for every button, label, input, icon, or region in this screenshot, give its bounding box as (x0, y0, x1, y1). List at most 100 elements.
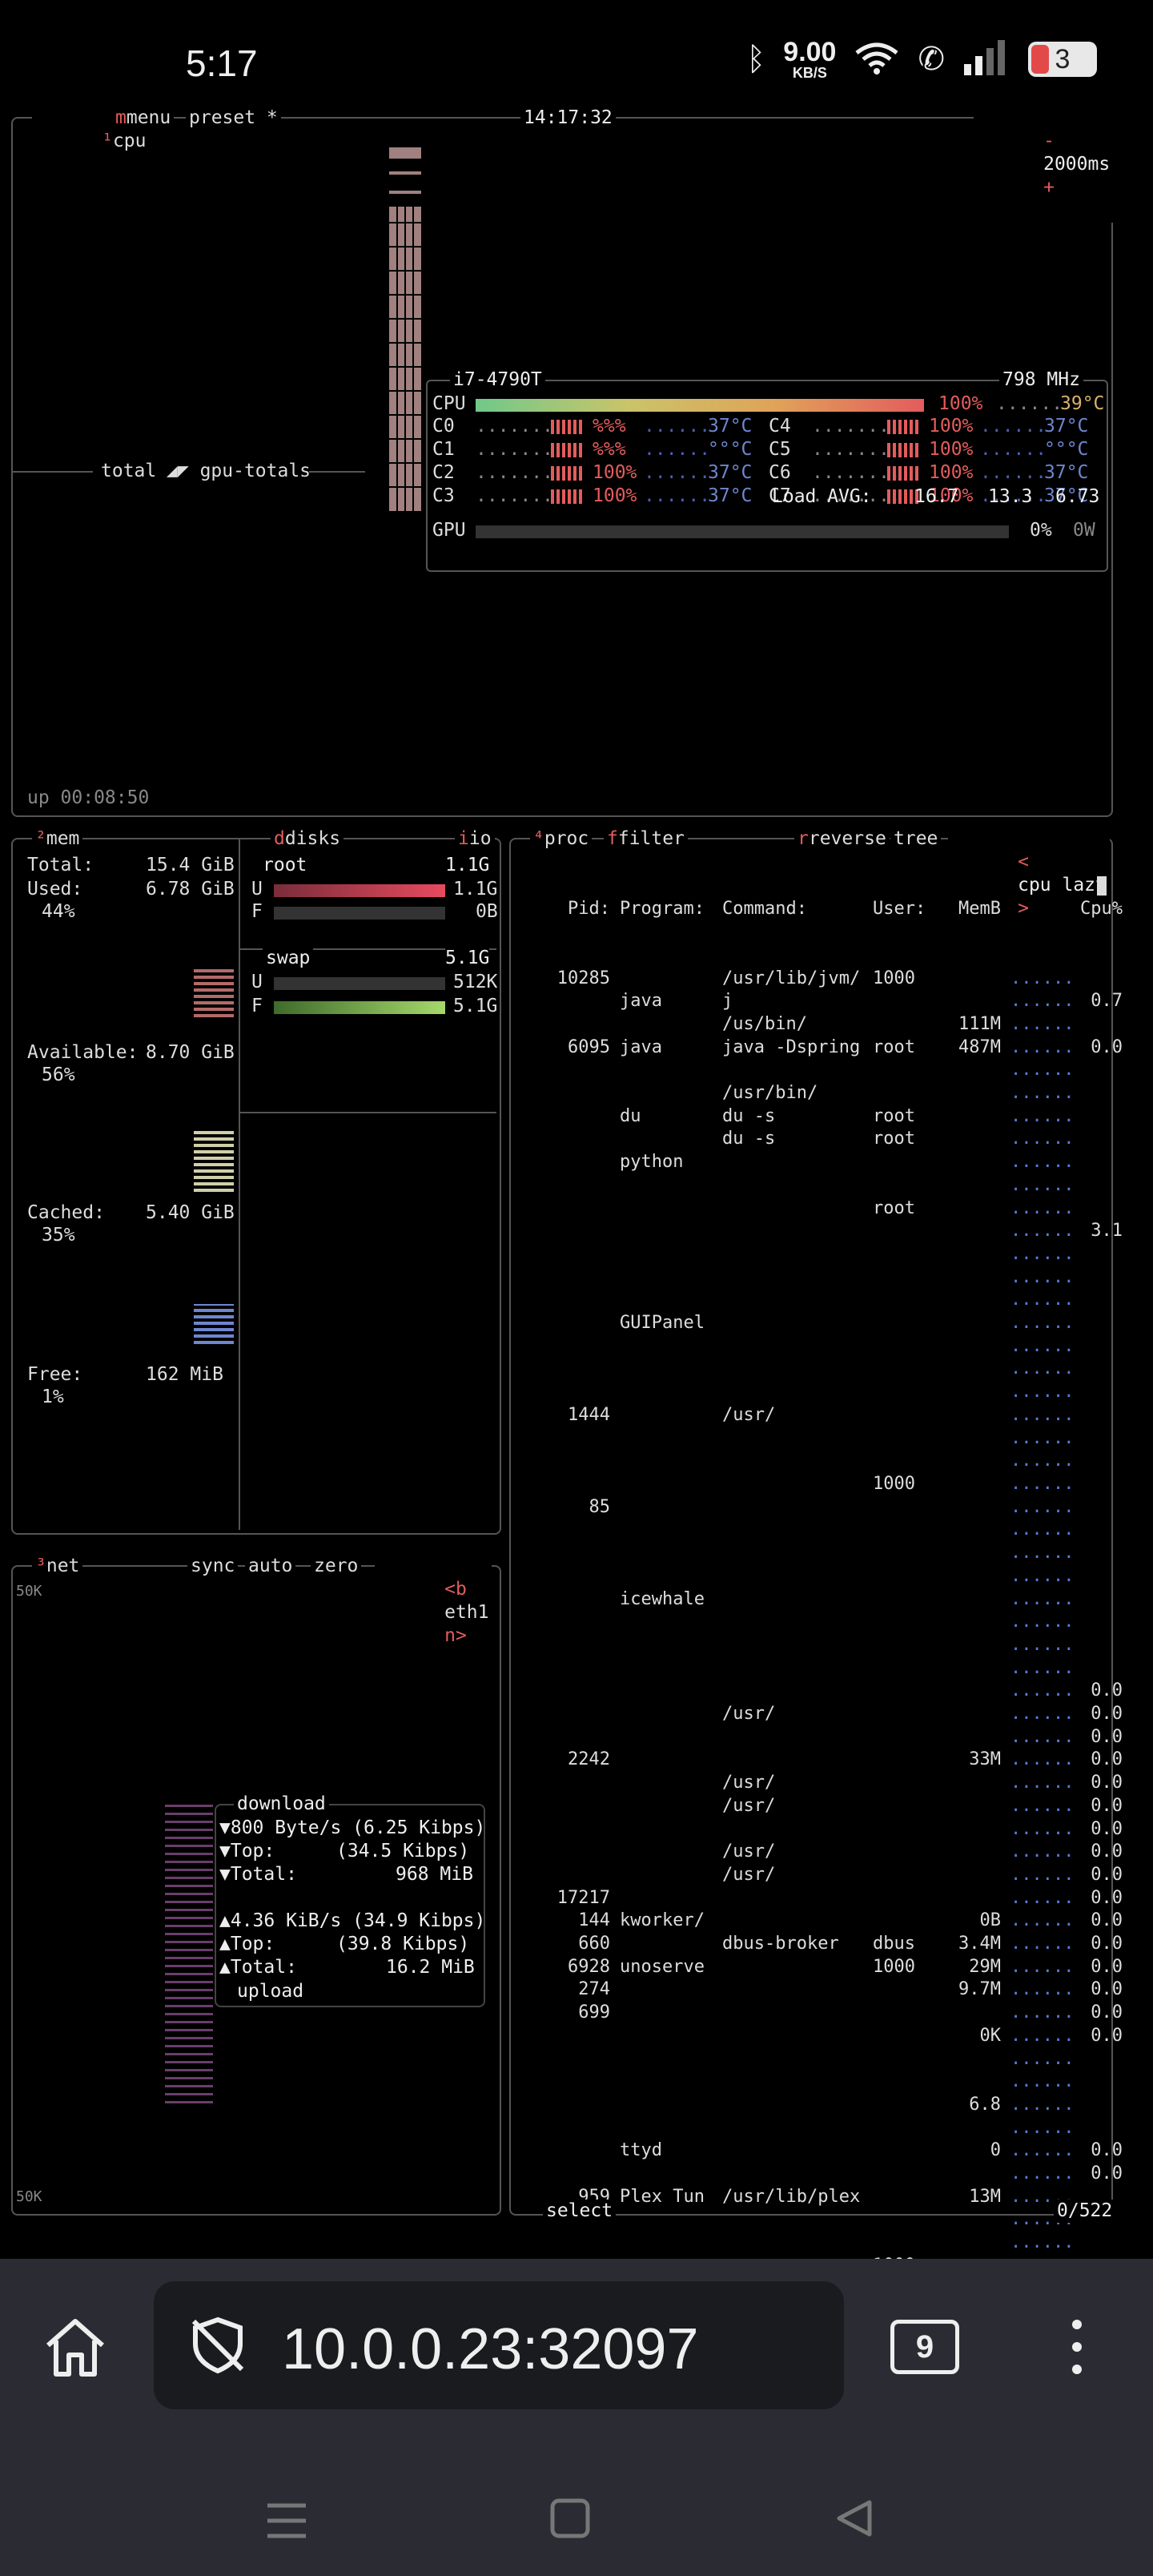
shield-icon[interactable] (186, 2313, 250, 2381)
core-meter (551, 489, 583, 504)
swap-free-bar (274, 1001, 445, 1014)
interval-increase-button[interactable]: + (1043, 177, 1055, 198)
table-row[interactable]: /usr/bin/....... (514, 1082, 1123, 1105)
iface-prev-button[interactable]: <b (444, 1579, 467, 1600)
bluetooth-icon: ᛒ (746, 41, 766, 77)
update-interval: 2000ms (1043, 154, 1111, 175)
cpu-tab[interactable]: cpu (113, 131, 147, 151)
mem-tab[interactable]: mem (46, 828, 80, 849)
table-row[interactable]: ....... (514, 1381, 1123, 1404)
home-nav-icon[interactable] (549, 2498, 591, 2542)
triangle-up-icon: ◢◤ (167, 461, 189, 481)
table-row[interactable]: javaj.......0.7 (514, 990, 1123, 1013)
table-row[interactable]: .......0.0 (514, 1680, 1123, 1703)
table-row[interactable]: /usr/.......0.0 (514, 1772, 1123, 1795)
url-text[interactable]: 10.0.0.23:32097 (282, 2316, 699, 2382)
table-row[interactable]: 699.......0.0 (514, 2002, 1123, 2025)
table-row[interactable]: ....... (514, 1427, 1123, 1451)
table-row[interactable]: 144kworker/0B.......0.0 (514, 1910, 1123, 1933)
auto-toggle[interactable]: auto (245, 1555, 296, 1578)
table-row[interactable]: ....... (514, 1634, 1123, 1657)
table-row[interactable]: 660dbus-brokerdbus3.4M.......0.0 (514, 1933, 1123, 1956)
filter-button[interactable]: ffilter (604, 827, 688, 851)
preset-button[interactable]: preset * (186, 107, 281, 130)
core-label: C2 (432, 462, 455, 483)
table-row[interactable]: ....... (514, 1450, 1123, 1473)
proc-rows: 10285/usr/lib/jvm/1000.......javaj......… (514, 968, 1123, 2301)
table-row[interactable]: /usr/.......0.0 (514, 1864, 1123, 1887)
table-row[interactable]: 6928unoserve100029M.......0.0 (514, 1956, 1123, 1979)
btop-terminal[interactable]: ¹cpu mmenu preset * 14:17:32 - 2000ms + (8, 107, 1123, 2299)
core-temp: °°°C (1044, 439, 1089, 460)
table-row[interactable]: ....... (514, 2048, 1123, 2071)
table-row[interactable]: ....... (514, 1243, 1123, 1266)
interval-decrease-button[interactable]: - (1043, 131, 1055, 151)
url-bar[interactable]: 10.0.0.23:32097 (154, 2281, 844, 2409)
signal-icon (962, 39, 1010, 79)
home-button[interactable] (38, 2310, 112, 2384)
table-row[interactable]: ....... (514, 1266, 1123, 1290)
table-row[interactable]: .......0.0 (514, 2163, 1123, 2186)
table-row[interactable]: 1444/usr/....... (514, 1404, 1123, 1427)
table-row[interactable]: 10285/usr/lib/jvm/1000....... (514, 968, 1123, 991)
sync-toggle[interactable]: sync (187, 1555, 239, 1578)
table-row[interactable]: /usr/.......0.0 (514, 1841, 1123, 1864)
cpu-info-box: i7-4790T 798 MHz CPU 100% ...... 39°C C0… (426, 368, 1108, 572)
table-row[interactable]: ttyd0.......0.0 (514, 2139, 1123, 2163)
table-row[interactable]: .......3.1 (514, 1220, 1123, 1243)
menu-button[interactable]: mmenu (112, 107, 175, 130)
table-row[interactable]: ....... (514, 1611, 1123, 1634)
core-label: C0 (432, 416, 455, 437)
table-row[interactable]: /usr/.......0.0 (514, 1795, 1123, 1818)
table-row[interactable]: ....... (514, 2117, 1123, 2140)
table-row[interactable]: ....... (514, 2071, 1123, 2094)
table-row[interactable]: ....... (514, 1358, 1123, 1381)
table-row[interactable]: /usr/.......0.0 (514, 1703, 1123, 1726)
core-meter (551, 420, 583, 434)
more-menu-icon[interactable] (1065, 2307, 1089, 2387)
table-row[interactable]: 85....... (514, 1496, 1123, 1519)
table-row[interactable]: 6095javajava -Dspringroot487M.......0.0 (514, 1036, 1123, 1060)
table-row[interactable]: 1000....... (514, 1473, 1123, 1496)
table-row[interactable]: ....... (514, 2232, 1123, 2255)
table-row[interactable]: 17217.......0.0 (514, 1887, 1123, 1910)
iface-next-button[interactable]: n> (444, 1625, 467, 1646)
back-icon[interactable] (833, 2498, 874, 2542)
table-row[interactable]: ....... (514, 1289, 1123, 1312)
reverse-toggle[interactable]: rreverse (794, 827, 890, 851)
table-row[interactable]: 6.8....... (514, 2094, 1123, 2117)
table-row[interactable]: ....... (514, 1174, 1123, 1197)
mem-used: 6.78 GiB (146, 879, 235, 900)
table-row[interactable]: root....... (514, 1197, 1123, 1221)
browser-toolbar: 10.0.0.23:32097 9 (0, 2259, 1153, 2459)
core-percent: 100% (593, 462, 637, 483)
table-row[interactable]: icewhale....... (514, 1588, 1123, 1612)
table-row[interactable]: 2749.7M.......0.0 (514, 1978, 1123, 2002)
recents-icon[interactable] (264, 2501, 309, 2544)
disks-tab[interactable]: ddisks (271, 827, 344, 851)
net-tab[interactable]: net (46, 1556, 80, 1576)
table-row[interactable]: .......0.0 (514, 1726, 1123, 1749)
table-row[interactable]: GUIPanel....... (514, 1312, 1123, 1335)
zero-toggle[interactable]: zero (311, 1555, 362, 1578)
table-row[interactable]: ....... (514, 1565, 1123, 1588)
table-row[interactable]: ....... (514, 1059, 1123, 1082)
table-row[interactable]: ....... (514, 1542, 1123, 1565)
table-row[interactable]: 224233M.......0.0 (514, 1749, 1123, 1772)
table-row[interactable]: ....... (514, 1335, 1123, 1358)
table-row[interactable]: /us/bin/111M....... (514, 1013, 1123, 1036)
io-toggle[interactable]: iio (455, 827, 495, 851)
table-row[interactable]: dudu -sroot....... (514, 1105, 1123, 1129)
tree-toggle[interactable]: tree (890, 827, 942, 851)
table-row[interactable]: ....... (514, 1519, 1123, 1542)
table-row[interactable]: 0K.......0.0 (514, 2025, 1123, 2048)
gpu-totals-toggle[interactable]: ◢◤ gpu-totals (167, 460, 311, 483)
table-row[interactable]: du -sroot....... (514, 1128, 1123, 1151)
table-row[interactable]: .......0.0 (514, 1818, 1123, 1841)
proc-tab[interactable]: proc (544, 828, 589, 849)
table-row[interactable]: python....... (514, 1151, 1123, 1174)
tabs-button[interactable]: 9 (890, 2320, 959, 2374)
proc-scrollbar[interactable] (1097, 876, 1107, 896)
core-temp: 37°C (708, 485, 753, 506)
table-row[interactable]: ....... (514, 1657, 1123, 1680)
